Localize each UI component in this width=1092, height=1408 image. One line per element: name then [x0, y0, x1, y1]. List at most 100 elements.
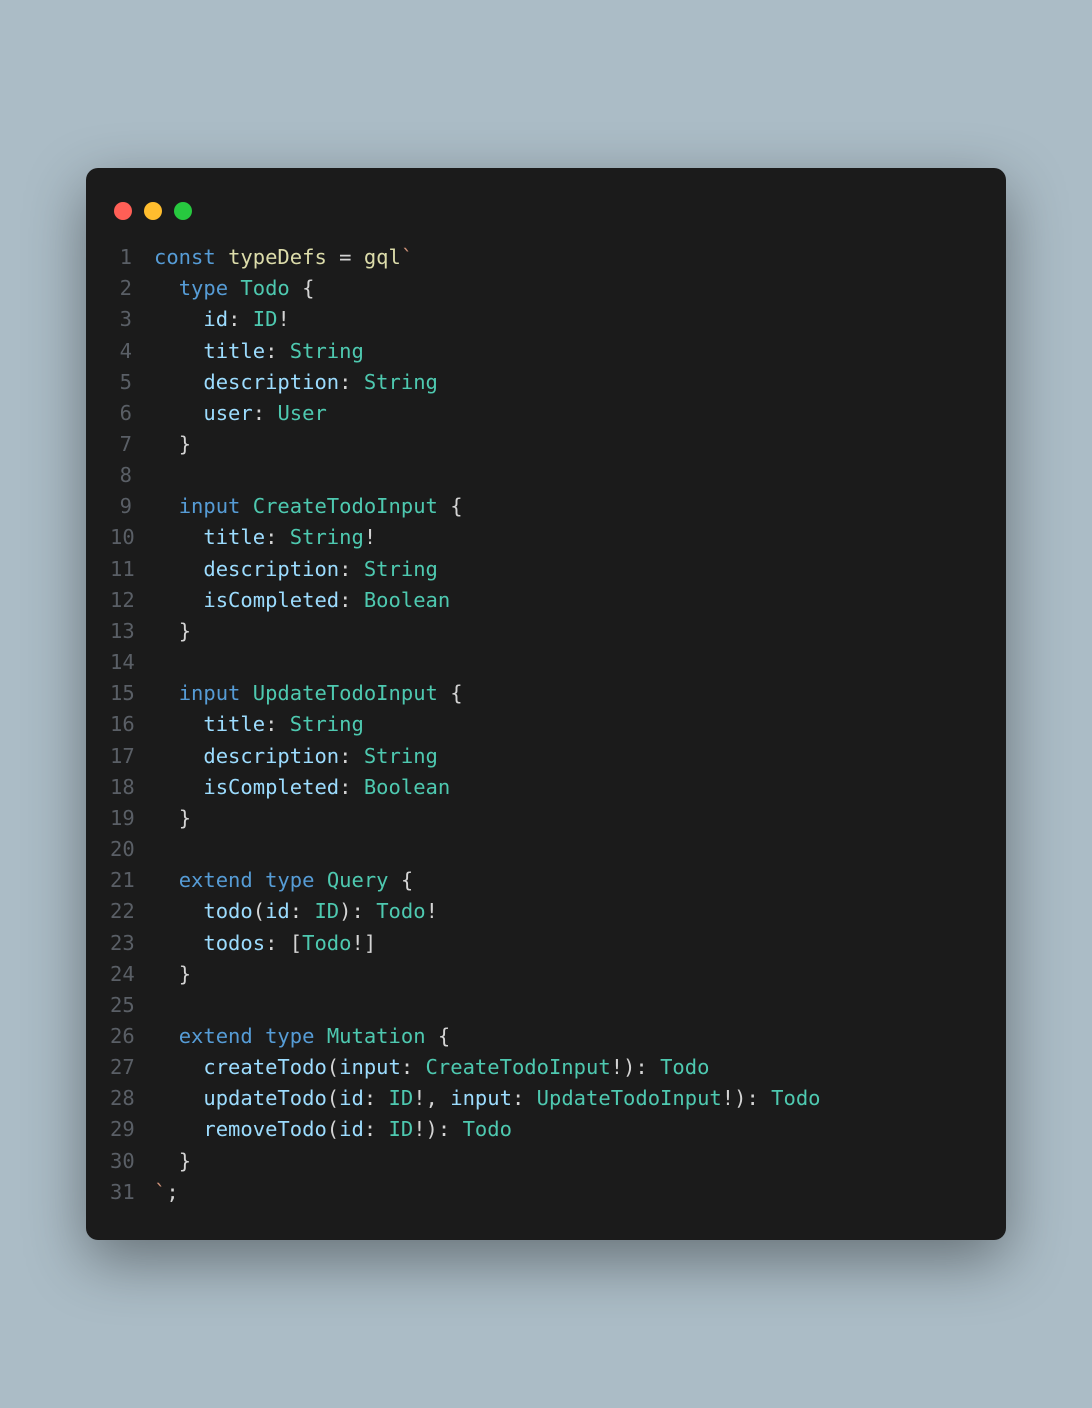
line-content: extend type Mutation {: [154, 1021, 450, 1052]
code-line: 20: [110, 834, 982, 865]
line-number: 31: [110, 1177, 154, 1208]
token-str: [154, 775, 203, 799]
token-fld: description: [203, 557, 339, 581]
token-str: [154, 962, 179, 986]
code-block: 1const typeDefs = gql`2 type Todo {3 id:…: [110, 242, 982, 1208]
code-line: 18 isCompleted: Boolean: [110, 772, 982, 803]
code-window: 1const typeDefs = gql`2 type Todo {3 id:…: [86, 168, 1006, 1240]
token-typ: Todo: [660, 1055, 709, 1079]
token-str: [240, 494, 252, 518]
token-str: [648, 1055, 660, 1079]
token-typ: Todo: [240, 276, 289, 300]
token-pun: :: [401, 1055, 413, 1079]
code-line: 1const typeDefs = gql`: [110, 242, 982, 273]
code-line: 30 }: [110, 1146, 982, 1177]
token-str: [154, 370, 203, 394]
token-typ: ID: [389, 1086, 414, 1110]
token-str: [364, 899, 376, 923]
token-typ: User: [277, 401, 326, 425]
line-content: const typeDefs = gql`: [154, 242, 413, 273]
token-fld: title: [203, 712, 265, 736]
token-kw: input: [179, 681, 241, 705]
line-number: 26: [110, 1021, 154, 1052]
token-str: [154, 401, 203, 425]
token-typ: ID: [389, 1117, 414, 1141]
token-pun: (: [327, 1117, 339, 1141]
token-fld: todo: [203, 899, 252, 923]
line-number: 20: [110, 834, 154, 865]
line-number: 10: [110, 522, 154, 553]
token-str: [154, 1117, 203, 1141]
token-str: [277, 712, 289, 736]
line-number: 18: [110, 772, 154, 803]
token-str: [277, 525, 289, 549]
code-line: 28 updateTodo(id: ID!, input: UpdateTodo…: [110, 1083, 982, 1114]
token-pun: :: [265, 712, 277, 736]
token-str: [351, 775, 363, 799]
token-pun: :: [339, 775, 351, 799]
token-fld: user: [203, 401, 252, 425]
token-fld: title: [203, 339, 265, 363]
token-str: [154, 525, 203, 549]
token-typ: ID: [314, 899, 339, 923]
zoom-icon[interactable]: [174, 202, 192, 220]
token-typ: Todo: [302, 931, 351, 955]
token-typ: String: [364, 557, 438, 581]
line-number: 14: [110, 647, 154, 678]
token-str: [314, 1024, 326, 1048]
code-line: 19 }: [110, 803, 982, 834]
line-number: 17: [110, 741, 154, 772]
code-line: 26 extend type Mutation {: [110, 1021, 982, 1052]
token-str: [154, 307, 203, 331]
line-number: 1: [110, 242, 154, 273]
token-str: [389, 868, 401, 892]
token-typ: String: [290, 525, 364, 549]
line-content: isCompleted: Boolean: [154, 585, 450, 616]
token-str: [426, 1024, 438, 1048]
close-icon[interactable]: [114, 202, 132, 220]
token-pun: {: [401, 868, 413, 892]
line-content: }: [154, 616, 191, 647]
token-str: [240, 681, 252, 705]
token-pun: !]: [352, 931, 377, 955]
line-content: input UpdateTodoInput {: [154, 678, 463, 709]
token-typ: String: [364, 744, 438, 768]
code-line: 9 input CreateTodoInput {: [110, 491, 982, 522]
token-str: [351, 557, 363, 581]
token-typ: Boolean: [364, 588, 450, 612]
line-number: 30: [110, 1146, 154, 1177]
line-content: type Todo {: [154, 273, 314, 304]
line-number: 24: [110, 959, 154, 990]
token-str: [253, 1024, 265, 1048]
token-str: [154, 868, 179, 892]
token-str: [154, 432, 179, 456]
token-typ: CreateTodoInput: [426, 1055, 611, 1079]
line-content: description: String: [154, 554, 438, 585]
code-line: 5 description: String: [110, 367, 982, 398]
line-number: 5: [110, 367, 154, 398]
token-str: [524, 1086, 536, 1110]
token-pun: :: [339, 588, 351, 612]
line-content: }: [154, 429, 191, 460]
token-fld: id: [265, 899, 290, 923]
line-number: 29: [110, 1114, 154, 1145]
token-kw: type: [265, 868, 314, 892]
token-str: [376, 1086, 388, 1110]
token-typ: UpdateTodoInput: [253, 681, 438, 705]
token-pun: !: [277, 307, 289, 331]
token-fld: description: [203, 744, 339, 768]
token-pun: (: [327, 1086, 339, 1110]
token-str: [438, 494, 450, 518]
token-str: [240, 307, 252, 331]
code-line: 23 todos: [Todo!]: [110, 928, 982, 959]
token-str: [314, 868, 326, 892]
token-fld: input: [339, 1055, 401, 1079]
minimize-icon[interactable]: [144, 202, 162, 220]
line-content: todo(id: ID): Todo!: [154, 896, 438, 927]
line-content: todos: [Todo!]: [154, 928, 376, 959]
token-str: [438, 681, 450, 705]
token-pun: ):: [339, 899, 364, 923]
code-line: 24 }: [110, 959, 982, 990]
token-str: [154, 557, 203, 581]
token-str: `: [401, 245, 413, 269]
